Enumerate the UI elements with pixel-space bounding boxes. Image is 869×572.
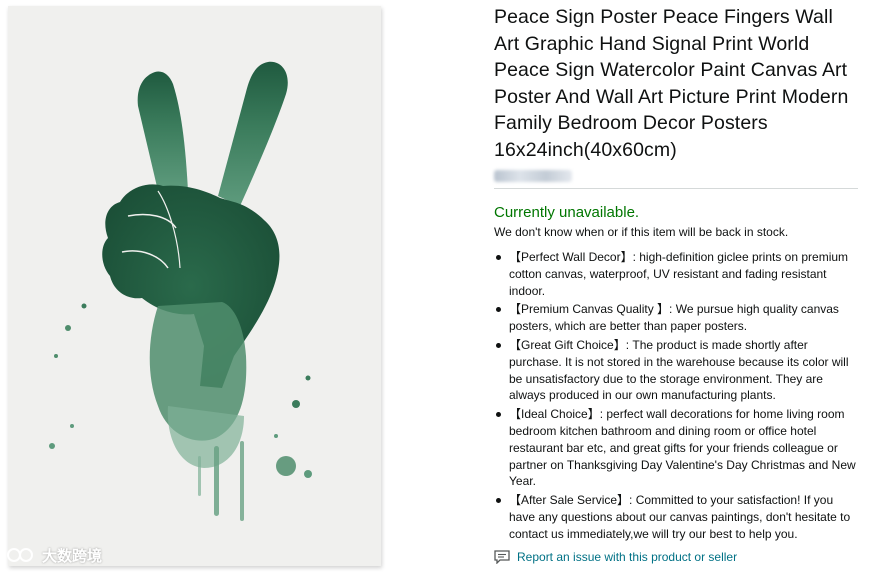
report-issue-text[interactable]: Report an issue with this product or sel… — [517, 550, 737, 564]
feature-item: 【Great Gift Choice】: The product is made… — [494, 337, 860, 404]
bullet-icon — [496, 255, 501, 260]
bullet-icon — [496, 307, 501, 313]
feature-list: 【Perfect Wall Decor】: high-definition gi… — [494, 249, 860, 543]
feature-text: 【Perfect Wall Decor】: high-definition gi… — [509, 250, 849, 298]
product-title: Peace Sign Poster Peace Fingers Wall Art… — [494, 6, 849, 161]
feature-text: 【After Sale Service】: Committed to your … — [509, 493, 851, 541]
feature-item: 【After Sale Service】: Committed to your … — [494, 492, 860, 542]
bullet-icon — [496, 498, 501, 504]
product-details: Peace Sign Poster Peace Fingers Wall Art… — [494, 4, 860, 545]
report-issue-link[interactable]: Report an issue with this product or sel… — [494, 550, 737, 564]
bullet-icon — [496, 342, 501, 348]
divider — [494, 188, 858, 189]
availability-status: Currently unavailable. — [494, 204, 640, 221]
peace-hand-illustration — [8, 6, 381, 566]
product-image[interactable] — [8, 6, 381, 566]
blurred-brand-link[interactable] — [494, 170, 572, 182]
feature-text: 【Premium Canvas Quality 】: We pursue hig… — [509, 302, 839, 334]
feature-item: 【Perfect Wall Decor】: high-definition gi… — [494, 249, 860, 299]
watermark: 大数跨境 — [6, 544, 102, 566]
feature-text: 【Great Gift Choice】: The product is made… — [509, 337, 849, 403]
watermark-text: 大数跨境 — [42, 547, 103, 565]
feature-item: 【Premium Canvas Quality 】: We pursue hig… — [494, 301, 860, 335]
feature-text: 【Ideal Choice】: perfect wall decorations… — [509, 407, 856, 489]
feature-item: 【Ideal Choice】: perfect wall decorations… — [494, 406, 860, 490]
stock-note: We don't know when or if this item will … — [494, 225, 789, 239]
bullet-icon — [496, 412, 501, 418]
report-issue-icon — [494, 550, 510, 564]
watermark-logo-icon — [7, 548, 33, 562]
